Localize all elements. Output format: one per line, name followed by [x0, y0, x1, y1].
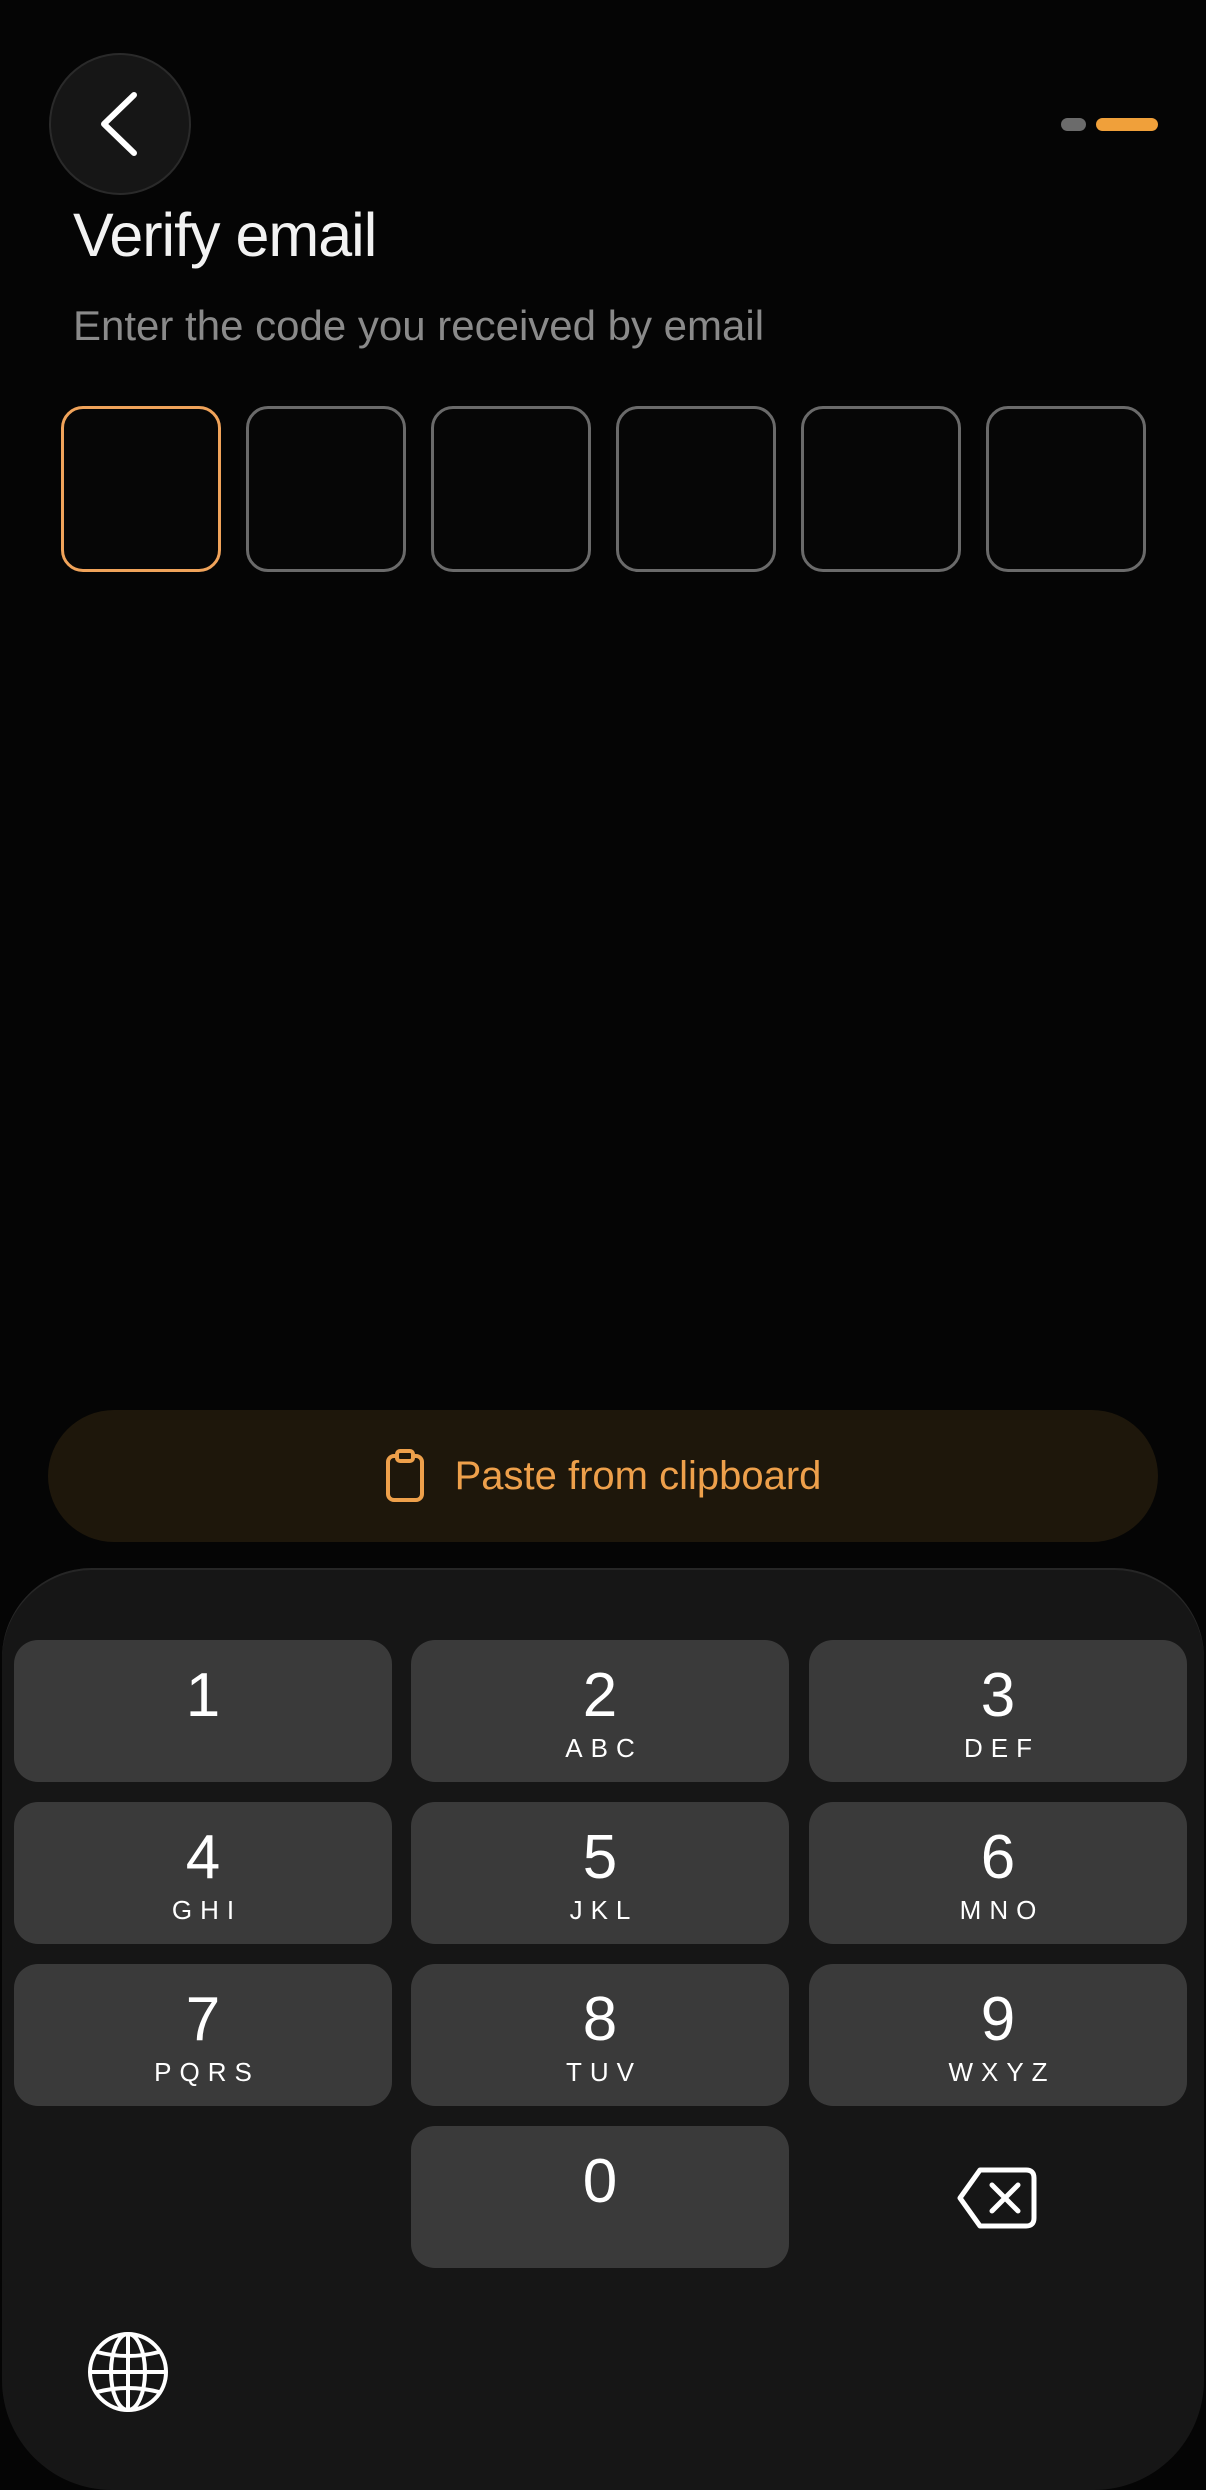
code-input-row	[61, 406, 1146, 572]
page-title: Verify email	[73, 201, 377, 269]
key-digit: 9	[980, 1985, 1016, 2054]
code-digit-input-4[interactable]	[616, 406, 776, 572]
key-6[interactable]: 6 MNO	[809, 1802, 1187, 1944]
key-digit: 6	[980, 1823, 1016, 1892]
key-digit: 5	[582, 1823, 618, 1892]
globe-icon	[88, 2332, 168, 2412]
key-9[interactable]: 9 WXYZ	[809, 1964, 1187, 2106]
key-letters: WXYZ	[948, 2057, 1056, 2087]
key-digit: 7	[185, 1985, 221, 2054]
key-digit: 1	[185, 1661, 221, 1730]
page-subtitle: Enter the code you received by email	[73, 302, 765, 349]
key-digit: 0	[582, 2147, 618, 2216]
key-digit: 4	[185, 1823, 221, 1892]
code-digit-input-3[interactable]	[431, 406, 591, 572]
progress-indicator	[1061, 118, 1158, 131]
key-letters: JKL	[569, 1895, 639, 1925]
key-letters: TUV	[566, 2057, 642, 2087]
key-1[interactable]: 1	[14, 1640, 392, 1782]
clipboard-icon	[385, 1449, 424, 1502]
progress-step-2	[1096, 118, 1158, 131]
back-button[interactable]	[49, 53, 191, 195]
key-7[interactable]: 7 PQRS	[14, 1964, 392, 2106]
key-digit: 3	[980, 1661, 1016, 1730]
code-digit-input-1[interactable]	[61, 406, 221, 572]
chevron-left-icon	[101, 92, 137, 156]
key-8[interactable]: 8 TUV	[411, 1964, 789, 2106]
key-digit: 8	[582, 1985, 618, 2054]
key-digit: 2	[582, 1661, 618, 1730]
key-letters: MNO	[959, 1895, 1045, 1925]
backspace-icon	[957, 2167, 1037, 2229]
paste-button-label: Paste from clipboard	[454, 1453, 822, 1498]
key-0[interactable]: 0	[411, 2126, 789, 2268]
progress-step-1	[1061, 118, 1086, 131]
paste-from-clipboard-button[interactable]: Paste from clipboard	[48, 1410, 1158, 1542]
backspace-key[interactable]	[956, 2166, 1038, 2230]
key-4[interactable]: 4 GHI	[14, 1802, 392, 1944]
code-digit-input-2[interactable]	[246, 406, 406, 572]
code-digit-input-5[interactable]	[801, 406, 961, 572]
key-letters: ABC	[565, 1733, 643, 1763]
key-5[interactable]: 5 JKL	[411, 1802, 789, 1944]
code-digit-input-6[interactable]	[986, 406, 1146, 572]
key-3[interactable]: 3 DEF	[809, 1640, 1187, 1782]
key-letters: DEF	[964, 1733, 1040, 1763]
globe-key[interactable]	[86, 2330, 170, 2414]
key-letters: GHI	[171, 1895, 243, 1925]
key-letters: PQRS	[154, 2057, 260, 2087]
key-2[interactable]: 2 ABC	[411, 1640, 789, 1782]
